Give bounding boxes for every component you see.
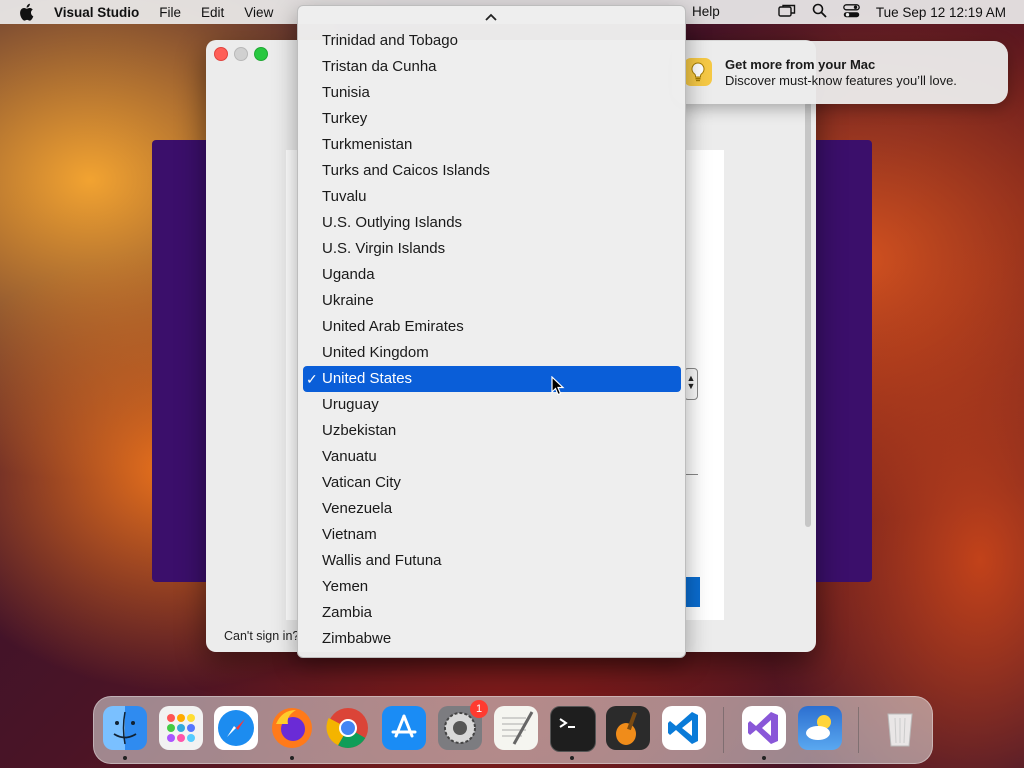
visual-studio-icon[interactable]: [742, 706, 786, 750]
country-option[interactable]: U.S. Virgin Islands: [298, 236, 685, 262]
notification-banner[interactable]: Get more from your Mac Discover must-kno…: [672, 41, 1008, 104]
weather-icon[interactable]: [798, 706, 842, 750]
safari-icon[interactable]: [214, 706, 258, 750]
garageband-icon[interactable]: [606, 706, 650, 750]
country-option-label: Tuvalu: [322, 188, 367, 205]
country-option-label: U.S. Outlying Islands: [322, 214, 463, 231]
control-center-icon[interactable]: [843, 3, 860, 21]
country-option[interactable]: Turkmenistan: [298, 132, 685, 158]
cant-sign-in-link[interactable]: Can't sign in?: [224, 629, 299, 643]
country-option-label: United Arab Emirates: [322, 318, 464, 335]
country-option[interactable]: Tuvalu: [298, 184, 685, 210]
country-option-label: Turkmenistan: [322, 136, 413, 153]
screen-mirroring-icon[interactable]: [778, 4, 796, 21]
background-panel-left: [152, 140, 208, 582]
country-option[interactable]: Zimbabwe: [298, 626, 685, 652]
trash-icon[interactable]: [878, 706, 922, 750]
menu-clock[interactable]: Tue Sep 12 12:19 AM: [876, 5, 1006, 20]
menu-edit[interactable]: Edit: [201, 5, 224, 20]
input-field-underline: [684, 474, 698, 475]
firefox-running-indicator: [290, 756, 294, 760]
country-option[interactable]: Tristan da Cunha: [298, 54, 685, 80]
country-option-label: Uzbekistan: [322, 422, 397, 439]
country-option-label: Uruguay: [322, 396, 379, 413]
background-panel-right: [816, 140, 872, 582]
country-option-label: Wallis and Futuna: [322, 552, 442, 569]
dock-separator: [723, 707, 724, 753]
window-scrollbar[interactable]: [805, 102, 811, 527]
finder-icon[interactable]: [103, 706, 147, 750]
country-option[interactable]: Yemen: [298, 574, 685, 600]
window-close-button[interactable]: [214, 47, 228, 61]
country-option[interactable]: Ukraine: [298, 288, 685, 314]
launchpad-icon[interactable]: [159, 706, 203, 750]
app-store-icon[interactable]: [382, 706, 426, 750]
country-option[interactable]: Uruguay: [298, 392, 685, 418]
firefox-icon[interactable]: [270, 706, 314, 750]
country-option[interactable]: Vanuatu: [298, 444, 685, 470]
country-option[interactable]: Turkey: [298, 106, 685, 132]
finder-running-indicator: [123, 756, 127, 760]
country-option[interactable]: Vatican City: [298, 470, 685, 496]
window-minimize-button[interactable]: [234, 47, 248, 61]
country-option[interactable]: U.S. Outlying Islands: [298, 210, 685, 236]
menu-help[interactable]: Help: [692, 4, 720, 19]
country-option-label: Tunisia: [322, 84, 370, 101]
country-option[interactable]: Tunisia: [298, 80, 685, 106]
mouse-cursor-icon: [551, 375, 565, 396]
country-option-label: Venezuela: [322, 500, 393, 517]
country-option-label: Zambia: [322, 604, 373, 621]
country-option[interactable]: Uganda: [298, 262, 685, 288]
notification-body: Discover must-know features you’ll love.: [725, 73, 957, 88]
country-option-label: United Kingdom: [322, 344, 429, 361]
country-option-label: Zimbabwe: [322, 630, 392, 647]
terminal-running-indicator: [570, 756, 574, 760]
vscode-icon[interactable]: [662, 706, 706, 750]
country-option-label: Vietnam: [322, 526, 377, 543]
country-option-label: U.S. Virgin Islands: [322, 240, 446, 257]
country-option-label: Ukraine: [322, 292, 374, 309]
notification-title: Get more from your Mac: [725, 57, 876, 72]
country-option-label: Uganda: [322, 266, 375, 283]
system-settings-icon[interactable]: 1: [438, 700, 488, 750]
country-option-label: Tristan da Cunha: [322, 58, 437, 75]
app-menu-visual-studio[interactable]: Visual Studio: [54, 5, 139, 20]
menu-view[interactable]: View: [244, 5, 273, 20]
terminal-icon[interactable]: [550, 706, 596, 752]
country-option-selected[interactable]: ✓ United States: [303, 366, 681, 392]
country-option[interactable]: Zambia: [298, 600, 685, 626]
checkmark-icon: ✓: [306, 371, 318, 387]
country-option-label: Trinidad and Tobago: [322, 32, 458, 49]
menu-file[interactable]: File: [159, 5, 181, 20]
country-popup-menu[interactable]: Trinidad and Tobago Tristan da Cunha Tunis…: [297, 5, 686, 658]
country-option-label: Vanuatu: [322, 448, 377, 465]
system-settings-badge: 1: [470, 700, 488, 718]
dock: 1: [93, 696, 933, 764]
country-option[interactable]: United Kingdom: [298, 340, 685, 366]
country-option[interactable]: Venezuela: [298, 496, 685, 522]
country-option-label: Vatican City: [322, 474, 401, 491]
country-option-label: Turkey: [322, 110, 368, 127]
spotlight-search-icon[interactable]: [812, 3, 827, 21]
country-option[interactable]: Trinidad and Tobago: [298, 28, 685, 54]
window-zoom-button[interactable]: [254, 47, 268, 61]
country-option[interactable]: Wallis and Futuna: [298, 548, 685, 574]
dock-separator-trash: [858, 707, 859, 753]
scroll-up-chevron-icon[interactable]: [483, 10, 499, 24]
country-option[interactable]: Uzbekistan: [298, 418, 685, 444]
primary-action-button[interactable]: [684, 577, 700, 607]
country-option[interactable]: Vietnam: [298, 522, 685, 548]
country-option-label: Turks and Caicos Islands: [322, 162, 490, 179]
chrome-icon[interactable]: [326, 706, 370, 750]
textedit-icon[interactable]: [494, 706, 538, 750]
country-popup-button-arrows-icon[interactable]: ▲ ▼: [684, 368, 698, 400]
lightbulb-icon: [684, 58, 712, 86]
country-option-label: Yemen: [322, 578, 369, 595]
country-option[interactable]: United Arab Emirates: [298, 314, 685, 340]
country-option-label: United States: [322, 370, 413, 387]
visual-studio-running-indicator: [762, 756, 766, 760]
apple-menu-icon[interactable]: [18, 3, 36, 21]
country-list: Trinidad and Tobago Tristan da Cunha Tunis…: [298, 28, 685, 652]
country-option[interactable]: Turks and Caicos Islands: [298, 158, 685, 184]
